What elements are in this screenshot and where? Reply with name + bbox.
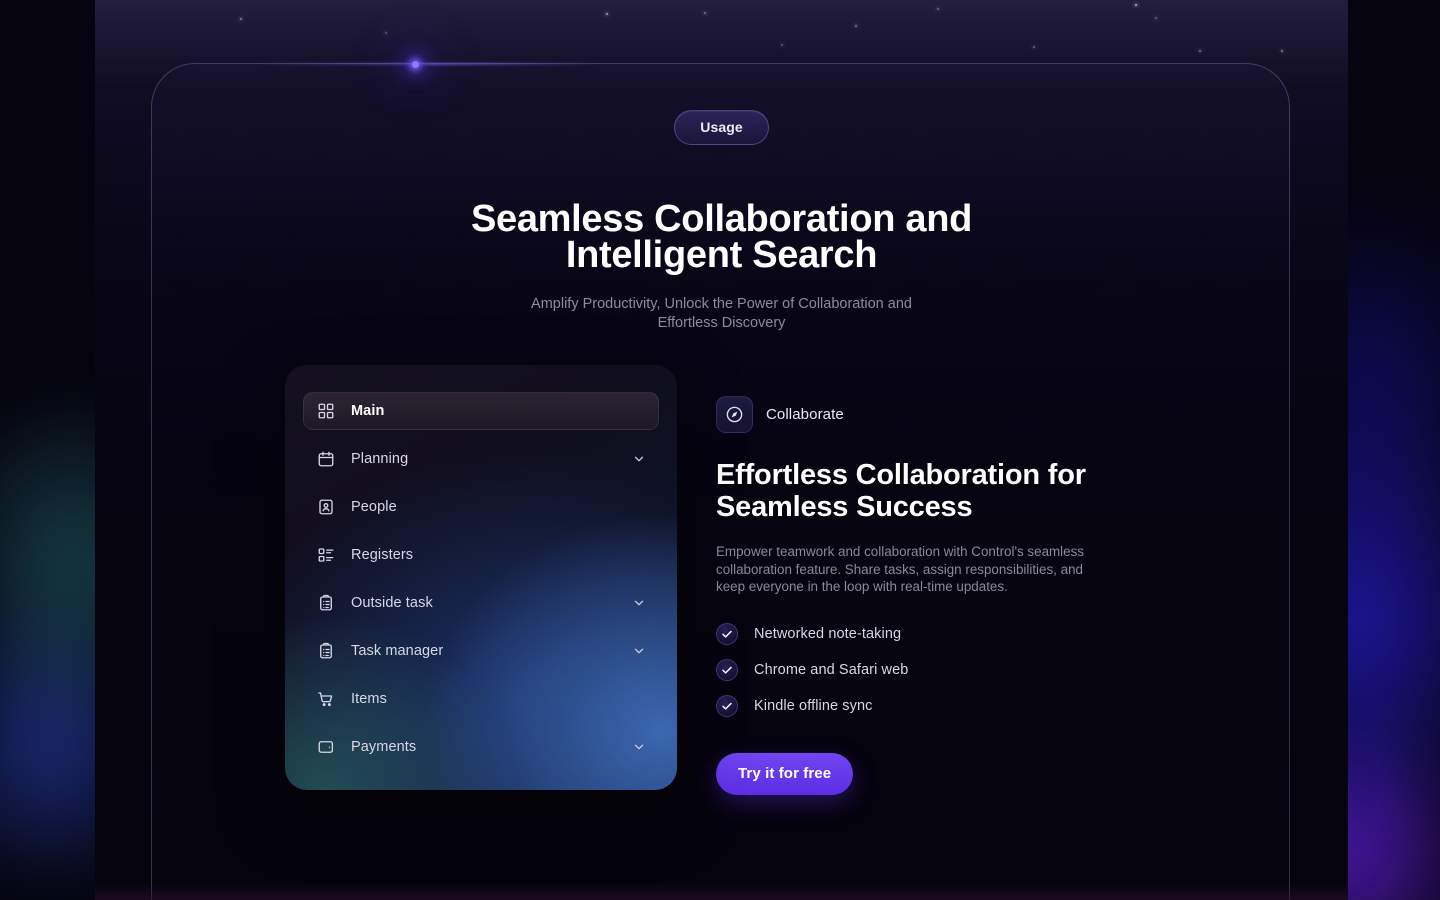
detail-title: Effortless Collaboration for Seamless Su… <box>716 459 1086 523</box>
sidebar-item-main[interactable]: Main <box>303 392 659 430</box>
try-it-for-free-button[interactable]: Try it for free <box>716 752 854 795</box>
page-root: Usage Seamless Collaboration and Intelli… <box>0 0 1440 900</box>
sidebar-item-planning[interactable]: Planning <box>303 440 659 478</box>
page-subtitle-line-2: Effortless Discovery <box>657 314 786 331</box>
clipboard-icon <box>317 642 335 660</box>
usage-badge[interactable]: Usage <box>674 110 769 145</box>
sidebar-item-label: Registers <box>351 547 414 563</box>
cart-icon <box>317 690 335 708</box>
feature-section: Main Planning People Registers Outside t… <box>285 365 1185 795</box>
sidebar-item-registers[interactable]: Registers <box>303 536 659 574</box>
sidebar-item-label: Outside task <box>351 595 433 611</box>
list-icon <box>317 546 335 564</box>
grid-icon <box>317 402 335 420</box>
contact-icon <box>317 498 335 516</box>
page-title-line-1: Seamless Collaboration and <box>470 198 973 240</box>
detail-badge-label: Collaborate <box>766 406 844 423</box>
sidebar-menu-list: Main Planning People Registers Outside t… <box>303 392 659 776</box>
chevron-down-icon[interactable] <box>632 740 646 754</box>
sidebar-item-label: Planning <box>351 451 409 467</box>
detail-description: Empower teamwork and collaboration with … <box>716 544 1084 595</box>
bottom-gradient-band <box>95 882 1348 900</box>
chevron-down-icon[interactable] <box>632 596 646 610</box>
sidebar-item-task-manager[interactable]: Task manager <box>303 632 659 670</box>
page-title-line-2: Intelligent Search <box>565 234 878 276</box>
feature-label: Chrome and Safari web <box>754 661 909 678</box>
sidebar-item-payments[interactable]: Payments <box>303 728 659 766</box>
sidebar-item-outside-task[interactable]: Outside task <box>303 584 659 622</box>
feature-label: Networked note-taking <box>754 625 902 642</box>
sidebar-item-label: Payments <box>351 739 417 755</box>
sidebar-item-label: Main <box>351 403 385 419</box>
sidebar-menu-card: Main Planning People Registers Outside t… <box>285 365 677 790</box>
detail-panel: Collaborate Effortless Collaboration for… <box>716 365 1136 795</box>
list-item: Networked note-taking <box>716 622 1136 645</box>
hero-section: Usage Seamless Collaboration and Intelli… <box>95 0 1348 332</box>
page-subtitle-line-1: Amplify Productivity, Unlock the Power o… <box>531 296 912 312</box>
page-title: Seamless Collaboration and Intelligent S… <box>95 198 1348 276</box>
clipboard-icon <box>317 594 335 612</box>
chevron-down-icon[interactable] <box>632 452 646 466</box>
check-icon <box>716 622 738 645</box>
feature-label: Kindle offline sync <box>754 697 873 714</box>
feature-check-list: Networked note-taking Chrome and Safari … <box>716 622 1136 717</box>
sidebar-item-people[interactable]: People <box>303 488 659 526</box>
check-icon <box>716 694 738 717</box>
sidebar-item-items[interactable]: Items <box>303 680 659 718</box>
list-item: Chrome and Safari web <box>716 658 1136 681</box>
calendar-icon <box>317 450 335 468</box>
sidebar-item-label: Items <box>351 691 387 707</box>
page-subtitle: Amplify Productivity, Unlock the Power o… <box>95 295 1348 332</box>
compass-icon <box>716 396 753 433</box>
detail-badge: Collaborate <box>716 396 1136 433</box>
chevron-down-icon[interactable] <box>632 644 646 658</box>
sidebar-item-label: People <box>351 499 397 515</box>
list-item: Kindle offline sync <box>716 694 1136 717</box>
check-icon <box>716 658 738 681</box>
wallet-icon <box>317 738 335 756</box>
hero-frame: Usage Seamless Collaboration and Intelli… <box>95 0 1348 900</box>
sidebar-item-label: Task manager <box>351 643 444 659</box>
